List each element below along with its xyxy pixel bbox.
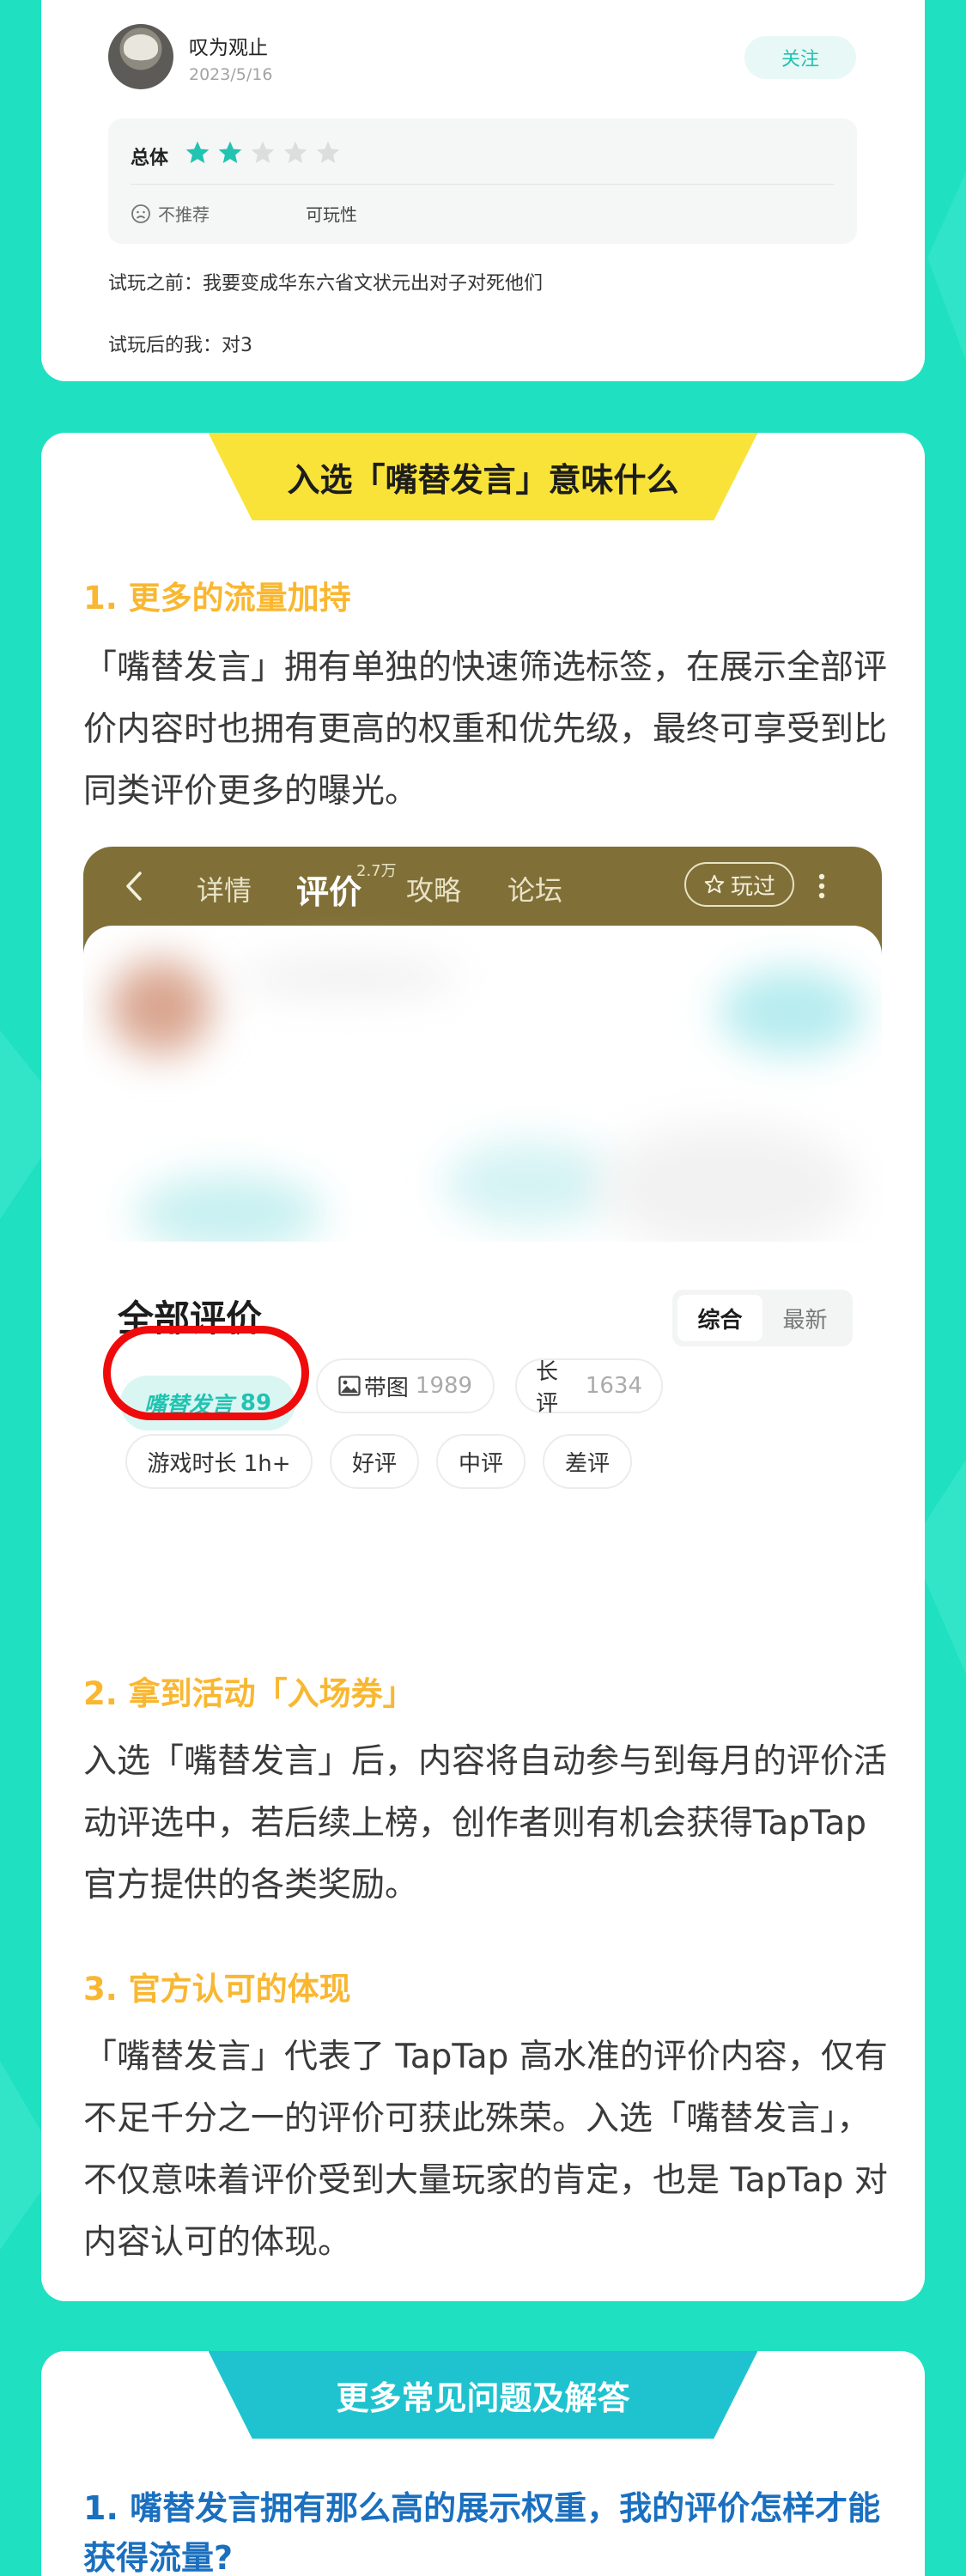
recommend-status: 不推荐 — [131, 201, 210, 226]
point-body: 「嘴替发言」拥有单独的快速筛选标签，在展示全部评价内容时也拥有更高的权重和优先级… — [83, 648, 888, 811]
faq-section-card: 更多常见问题及解答 1. 嘴替发言拥有那么高的展示权重，我的评价怎样才能获得流量… — [41, 2351, 925, 2576]
faq-question: 1. 嘴替发言拥有那么高的展示权重，我的评价怎样才能获得流量? — [83, 2489, 881, 2576]
chip-label: 带图 — [363, 1375, 409, 1401]
chip-long-review[interactable]: 长评 1634 — [515, 1358, 663, 1417]
chip-count: 1989 — [415, 1373, 473, 1399]
chip-with-images[interactable]: 带图 1989 — [316, 1358, 495, 1413]
image-icon — [338, 1376, 361, 1396]
chip-neutral[interactable]: 中评 — [436, 1434, 526, 1489]
blurred-block — [135, 1175, 324, 1242]
star-filled-icon — [185, 141, 210, 163]
follow-button[interactable]: 关注 — [744, 36, 856, 79]
chip-positive[interactable]: 好评 — [330, 1434, 419, 1489]
review-count-badge: 2.7万 — [356, 862, 397, 880]
blurred-content-area — [83, 926, 882, 1242]
review-text-line: 试玩后的我：对3 — [108, 335, 252, 356]
frown-face-icon — [131, 204, 150, 223]
point-title: 1. 更多的流量加持 — [83, 580, 351, 617]
star-empty-icon — [251, 141, 275, 163]
highlight-ring — [103, 1326, 309, 1420]
point-title: 2. 拿到活动「入场券」 — [83, 1675, 415, 1712]
sort-option-overall[interactable]: 综合 — [677, 1295, 762, 1341]
star-empty-icon — [316, 141, 340, 163]
point-title: 3. 官方认可的体现 — [83, 1971, 351, 2008]
tab-details[interactable]: 详情 — [197, 869, 252, 908]
sort-toggle: 综合 最新 — [672, 1290, 853, 1346]
chip-playtime[interactable]: 游戏时长 1h+ — [125, 1434, 313, 1489]
star-empty-icon — [283, 141, 307, 163]
star-outline-icon — [704, 874, 725, 894]
blurred-avatar — [109, 960, 212, 1054]
point-body: 「嘴替发言」代表了 TapTap 高水准的评价内容，仅有不足千分之一的评价可获此… — [83, 2038, 888, 2262]
section-banner: 更多常见问题及解答 — [208, 2351, 758, 2439]
embedded-screenshot: 详情 评价 2.7万 攻略 论坛 玩过 — [83, 847, 882, 1242]
blurred-block — [444, 1140, 616, 1226]
back-arrow-icon[interactable] — [123, 871, 145, 902]
sort-option-latest[interactable]: 最新 — [762, 1295, 848, 1341]
more-options-icon[interactable] — [818, 872, 825, 900]
star-filled-icon — [218, 141, 242, 163]
recommend-label: 不推荐 — [158, 204, 210, 225]
rating-box: 总体 不推荐 可玩性 — [108, 118, 857, 244]
blurred-button — [719, 969, 865, 1054]
app-nav-bar: 详情 评价 2.7万 攻略 论坛 玩过 — [83, 847, 882, 926]
point-body: 入选「嘴替发言」后，内容将自动参与到每月的评价活动评选中，若后续上榜，创作者则有… — [83, 1742, 888, 1905]
divider — [131, 184, 835, 185]
username[interactable]: 叹为观止 — [189, 31, 268, 60]
played-button[interactable]: 玩过 — [684, 862, 794, 907]
post-date: 2023/5/16 — [189, 65, 273, 84]
avatar[interactable] — [108, 24, 173, 89]
played-label: 玩过 — [730, 873, 775, 900]
blurred-block — [598, 1123, 856, 1242]
meaning-section-card: 入选「嘴替发言」意味什么 1. 更多的流量加持 「嘴替发言」拥有单独的快速筛选标… — [41, 433, 925, 2301]
chip-count: 1634 — [585, 1373, 642, 1399]
tab-guides[interactable]: 攻略 — [406, 869, 461, 908]
tag-label: 可玩性 — [306, 204, 357, 225]
review-card: 叹为观止 2023/5/16 关注 总体 不推荐 可玩性 试玩之前：我要变成华东… — [41, 0, 925, 381]
section-banner: 入选「嘴替发言」意味什么 — [208, 433, 758, 520]
blurred-text — [238, 960, 461, 994]
tab-forum[interactable]: 论坛 — [507, 869, 562, 908]
chip-negative[interactable]: 差评 — [543, 1434, 632, 1489]
star-rating — [184, 139, 342, 167]
review-text-line: 试玩之前：我要变成华东六省文状元出对子对死他们 — [108, 273, 544, 295]
overall-label: 总体 — [131, 148, 169, 169]
chip-label: 长评 — [536, 1359, 559, 1417]
tab-reviews[interactable]: 评价 — [296, 866, 361, 913]
